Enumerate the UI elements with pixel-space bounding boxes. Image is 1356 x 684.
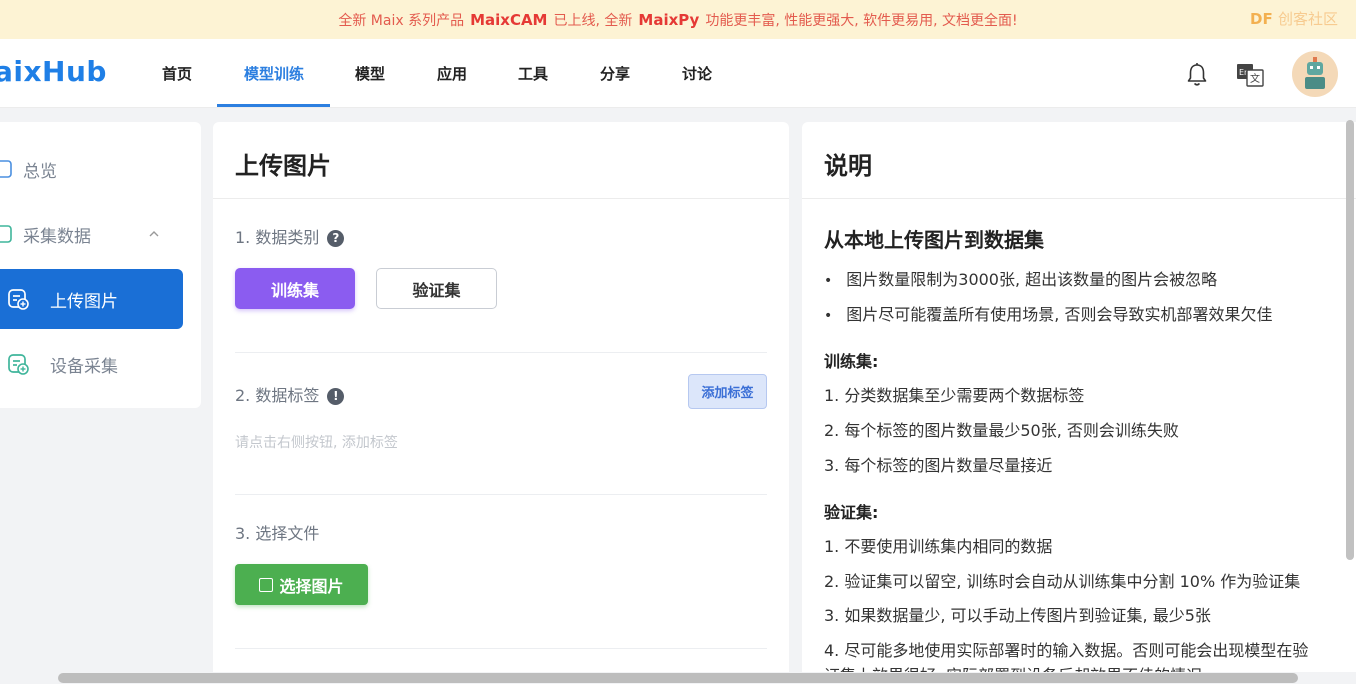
nav-apps[interactable]: 应用 bbox=[437, 63, 467, 84]
banner-text-2: 已上线, 全新 bbox=[553, 12, 633, 29]
description-bullet: 图片尽可能覆盖所有使用场景, 否则会导致实机部署效果欠佳 bbox=[824, 301, 1272, 325]
val-rule: 2. 验证集可以留空, 训练时会自动从训练集中分割 10% 作为验证集 bbox=[824, 572, 1301, 591]
robot-avatar-icon bbox=[1305, 57, 1325, 89]
train-rule: 3. 每个标签的图片数量尽量接近 bbox=[824, 456, 1053, 475]
horizontal-scrollbar[interactable] bbox=[58, 673, 1298, 683]
val-rule: 1. 不要使用训练集内相同的数据 bbox=[824, 537, 1053, 556]
banner-text-3: 功能更丰富, 性能更强大, 软件更易用, 文档更全面! bbox=[705, 12, 1018, 29]
maixhub-logo[interactable]: aixHub bbox=[0, 55, 107, 88]
user-avatar[interactable] bbox=[1292, 51, 1338, 97]
nav-tools[interactable]: 工具 bbox=[518, 63, 548, 84]
upload-image-icon bbox=[8, 289, 29, 310]
image-icon bbox=[259, 577, 274, 592]
select-images-button[interactable]: 选择图片 bbox=[235, 564, 368, 605]
overview-icon bbox=[0, 160, 12, 178]
nav-model-training[interactable]: 模型训练 bbox=[244, 63, 304, 84]
vertical-scrollbar[interactable] bbox=[1346, 120, 1354, 560]
validation-set-button[interactable]: 验证集 bbox=[376, 268, 497, 309]
device-collect-icon bbox=[8, 354, 29, 375]
sidebar-item-upload-image[interactable]: 上传图片 bbox=[0, 269, 183, 329]
nav-discuss[interactable]: 讨论 bbox=[682, 63, 712, 84]
info-icon[interactable]: ! bbox=[327, 388, 345, 405]
tag-hint: 请点击右侧按钮, 添加标签 bbox=[235, 435, 398, 451]
nav-active-indicator bbox=[217, 104, 330, 107]
step-select-files: 3. 选择文件 bbox=[235, 524, 320, 543]
chevron-up-icon bbox=[149, 231, 159, 237]
step-data-category: 1. 数据类别? bbox=[235, 224, 345, 248]
panel-divider bbox=[802, 198, 1356, 199]
train-set-button[interactable]: 训练集 bbox=[235, 268, 355, 309]
panel-divider bbox=[213, 198, 789, 199]
add-tag-button[interactable]: 添加标签 bbox=[688, 374, 767, 409]
section-divider bbox=[235, 648, 767, 649]
val-rule: 4. 尽可能多地使用实际部署时的输入数据。否则可能会出现模型在验 bbox=[824, 641, 1309, 660]
section-divider bbox=[235, 494, 767, 495]
upload-panel-title: 上传图片 bbox=[235, 152, 331, 180]
nav-share[interactable]: 分享 bbox=[600, 63, 630, 84]
sidebar-item-collect-data[interactable]: 采集数据 bbox=[0, 204, 183, 264]
val-rule: 3. 如果数据量少, 可以手动上传图片到验证集, 最少5张 bbox=[824, 606, 1211, 625]
description-bullet: 图片数量限制为3000张, 超出该数量的图片会被忽略 bbox=[824, 266, 1217, 290]
collect-icon bbox=[0, 225, 12, 243]
train-rule: 1. 分类数据集至少需要两个数据标签 bbox=[824, 386, 1085, 405]
section-divider bbox=[235, 352, 767, 353]
help-icon[interactable]: ? bbox=[327, 230, 345, 247]
description-title: 说明 bbox=[824, 152, 872, 180]
upload-panel: 上传图片 1. 数据类别? 训练集 验证集 2. 数据标签! 添加标签 请点击右… bbox=[213, 122, 789, 684]
df-community-logo: DF 创客社区 bbox=[1250, 10, 1338, 28]
bell-icon[interactable] bbox=[1186, 62, 1208, 88]
val-set-rules-title: 验证集: bbox=[824, 503, 879, 522]
translate-icon[interactable]: En 文 bbox=[1236, 62, 1266, 88]
sidebar: 总览 采集数据 上传图片 设备采集 bbox=[0, 122, 201, 408]
nav-models[interactable]: 模型 bbox=[355, 63, 385, 84]
banner-product-maixcam[interactable]: MaixCAM bbox=[470, 11, 547, 29]
banner-text-1: 全新 Maix 系列产品 bbox=[338, 12, 465, 29]
train-rule: 2. 每个标签的图片数量最少50张, 否则会训练失败 bbox=[824, 421, 1179, 440]
nav-home[interactable]: 首页 bbox=[162, 63, 192, 84]
train-set-rules-title: 训练集: bbox=[824, 352, 879, 371]
svg-text:文: 文 bbox=[1250, 72, 1260, 85]
step-data-tags: 2. 数据标签! bbox=[235, 382, 345, 406]
description-heading: 从本地上传图片到数据集 bbox=[824, 228, 1044, 252]
announcement-banner[interactable]: 全新 Maix 系列产品 MaixCAM 已上线, 全新 MaixPy 功能更丰… bbox=[0, 0, 1356, 39]
top-navigation: aixHub 首页 模型训练 模型 应用 工具 分享 讨论 bbox=[0, 39, 1356, 108]
sidebar-item-device-collect[interactable]: 设备采集 bbox=[0, 334, 183, 394]
banner-product-maixpy[interactable]: MaixPy bbox=[638, 11, 699, 29]
sidebar-item-overview[interactable]: 总览 bbox=[0, 139, 183, 199]
description-panel: 说明 从本地上传图片到数据集 图片数量限制为3000张, 超出该数量的图片会被忽… bbox=[802, 122, 1356, 684]
